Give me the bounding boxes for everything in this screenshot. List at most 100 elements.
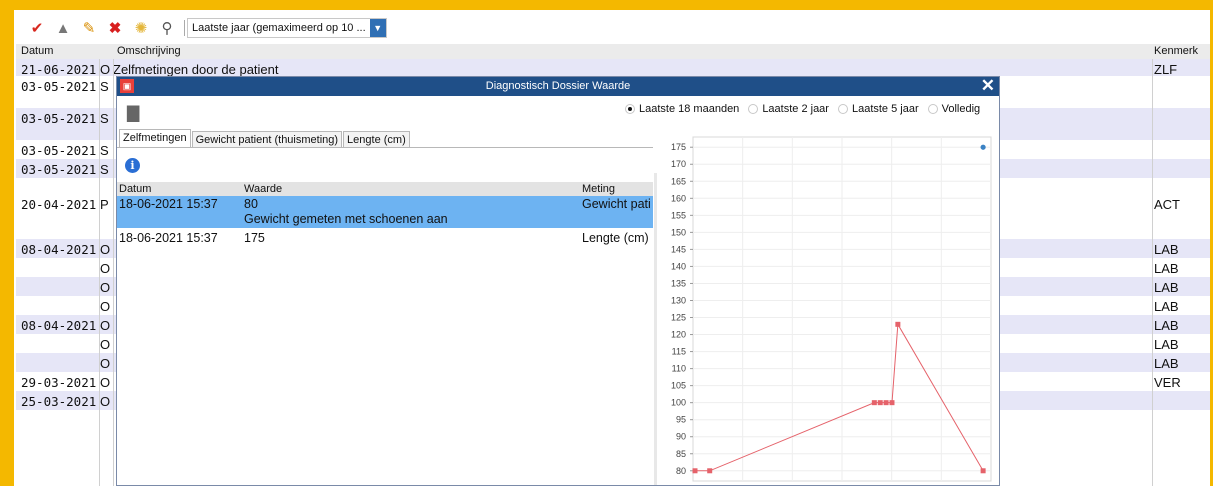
y-tick-label: 105 — [671, 381, 686, 391]
y-tick-label: 120 — [671, 330, 686, 340]
cell-type: S — [100, 79, 109, 94]
y-tick-label: 175 — [671, 142, 686, 152]
delete-icon[interactable]: ✖ — [104, 17, 126, 39]
y-tick-label: 130 — [671, 295, 686, 305]
cell-date: 03-05-2021 — [21, 162, 97, 177]
y-tick-label: 135 — [671, 278, 686, 288]
y-tick-label: 110 — [672, 364, 686, 374]
cell-type: S — [100, 111, 109, 126]
table-row[interactable]: 18-06-2021 15:37 80 Gewicht gemeten met … — [117, 196, 653, 228]
column-header-meting[interactable]: Meting — [582, 183, 615, 195]
data-point — [895, 321, 901, 327]
column-header-omschrijving[interactable]: Omschrijving — [117, 45, 181, 57]
radio-label: Volledig — [941, 103, 981, 115]
cell-type: O — [100, 375, 111, 390]
y-tick-label: 170 — [671, 159, 686, 169]
printer-icon[interactable]: ▇ — [127, 103, 139, 123]
cell-date: 03-05-2021 — [21, 111, 97, 126]
radio-label: Laatste 5 jaar — [851, 103, 919, 115]
column-header-datum[interactable]: Datum — [21, 45, 53, 57]
dialog-titlebar[interactable]: ▣ Diagnostisch Dossier Waarde ✕ — [117, 77, 999, 96]
cell-type: O — [100, 356, 111, 371]
cell-type: O — [100, 280, 111, 295]
column-divider — [99, 59, 100, 486]
measurement-chart: 80 85 90 95 100 105 110 115 120 125 130 135 140 145 15… — [671, 136, 992, 482]
check-edit-icon[interactable]: ✔ — [26, 17, 48, 39]
radio-indicator[interactable] — [927, 104, 938, 114]
info-icon[interactable]: i — [125, 158, 140, 173]
cell-type: P — [100, 197, 109, 212]
search-icon[interactable]: ⚲ — [156, 17, 178, 39]
cell-type: S — [100, 143, 109, 158]
cell-meting: Lengte (cm) — [582, 231, 649, 245]
radio-last-2-years[interactable]: Laatste 2 jaar — [748, 103, 829, 115]
y-tick-label: 80 — [676, 466, 686, 476]
column-header-datum[interactable]: Datum — [119, 183, 151, 195]
cell-datum: 18-06-2021 15:37 — [119, 197, 218, 211]
y-tick-label: 125 — [671, 313, 686, 323]
column-header-waarde[interactable]: Waarde — [244, 183, 282, 195]
radio-indicator[interactable] — [625, 104, 635, 114]
radio-indicator[interactable] — [748, 104, 759, 114]
radio-label: Laatste 2 jaar — [762, 103, 829, 115]
y-tick-label: 85 — [676, 449, 686, 459]
window-border-left — [0, 0, 14, 486]
close-icon[interactable]: ✕ — [981, 77, 995, 96]
cell-date: 25-03-2021 — [21, 394, 97, 409]
measurement-table-header: Datum Waarde Meting — [117, 182, 653, 196]
y-tick-label: 90 — [676, 432, 686, 442]
y-tick-label: 145 — [671, 244, 686, 254]
table-row[interactable]: 18-06-2021 15:37 175 Lengte (cm) — [117, 230, 653, 248]
column-divider — [1152, 59, 1153, 486]
toolbar: ✔ ▲ ✎ ✖ ✺ ⚲ Laatste jaar (gemaximeerd op… — [16, 14, 1210, 42]
diagnostic-dossier-dialog: ▣ Diagnostisch Dossier Waarde ✕ ▇ Laatst… — [116, 76, 1000, 486]
radio-last-5-years[interactable]: Laatste 5 jaar — [837, 103, 919, 115]
y-tick-label: 115 — [672, 347, 686, 357]
pencil-icon[interactable]: ✎ — [78, 17, 100, 39]
cell-kenmerk: LAB — [1154, 280, 1179, 295]
cell-meting: Gewicht pati — [582, 197, 651, 211]
cell-type: S — [100, 162, 109, 177]
group-icon[interactable]: ✺ — [130, 17, 152, 39]
cell-kenmerk: VER — [1154, 375, 1181, 390]
tab-zelfmetingen[interactable]: Zelfmetingen — [119, 129, 191, 148]
data-point — [877, 400, 883, 406]
cell-type: O — [100, 62, 111, 77]
radio-last-18-months[interactable]: Laatste 18 maanden — [625, 103, 739, 115]
cell-date: 08-04-2021 — [21, 318, 97, 333]
period-select[interactable]: Laatste jaar (gemaximeerd op 10 ... ▼ — [187, 18, 387, 38]
cell-omschrijving: Zelfmetingen door de patient — [113, 62, 279, 77]
y-tick-label: 165 — [671, 176, 686, 186]
period-select-value: Laatste jaar (gemaximeerd op 10 ... — [192, 22, 366, 34]
column-divider — [113, 59, 114, 486]
cell-type: O — [100, 242, 111, 257]
y-tick-label: 95 — [676, 415, 686, 425]
cell-kenmerk: LAB — [1154, 337, 1179, 352]
cell-note: Gewicht gemeten met schoenen aan — [244, 212, 448, 226]
cell-date: 03-05-2021 — [21, 79, 97, 94]
cell-type: O — [100, 261, 111, 276]
table-row[interactable]: 21-06-2021 O ZLF Zelfmetingen door de patie… — [16, 59, 1210, 77]
y-tick-label: 150 — [671, 227, 686, 237]
radio-indicator[interactable] — [837, 104, 848, 114]
cell-date: 08-04-2021 — [21, 242, 97, 257]
stamp-icon[interactable]: ▲ — [52, 17, 74, 39]
period-radio-group: Laatste 18 maanden Laatste 2 jaar Laatst… — [625, 103, 989, 115]
data-point — [889, 400, 895, 406]
data-point — [883, 400, 889, 406]
cell-waarde: 80 — [244, 197, 258, 211]
column-header-kenmerk[interactable]: Kenmerk — [1154, 45, 1198, 57]
radio-complete[interactable]: Volledig — [927, 103, 981, 115]
tab-lengte[interactable]: Lengte (cm) — [343, 131, 410, 148]
cell-kenmerk: ZLF — [1154, 62, 1178, 77]
y-tick-label: 155 — [671, 210, 686, 220]
chevron-down-icon[interactable]: ▼ — [369, 19, 386, 37]
journal-grid-header: Datum Omschrijving Kenmerk — [16, 44, 1210, 60]
cell-type: O — [100, 299, 111, 314]
measurement-tabs: Zelfmetingen Gewicht patient (thuismetin… — [119, 129, 411, 148]
tab-gewicht[interactable]: Gewicht patient (thuismeting) — [191, 131, 343, 148]
cell-kenmerk: LAB — [1154, 356, 1179, 371]
y-tick-label: 140 — [671, 261, 686, 271]
cell-type: O — [100, 318, 111, 333]
window-border-top — [0, 0, 1213, 10]
